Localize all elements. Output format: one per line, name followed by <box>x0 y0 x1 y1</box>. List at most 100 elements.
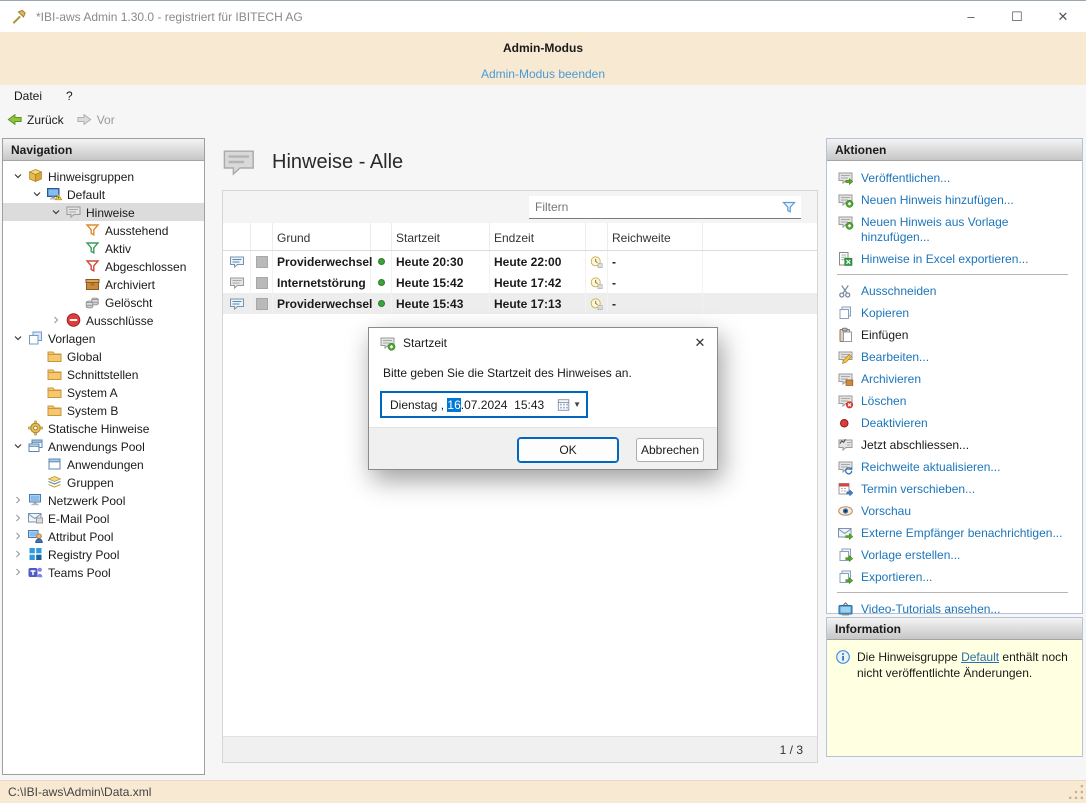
action-löschen[interactable]: Löschen <box>837 394 1068 409</box>
hint-blue-icon <box>228 296 246 312</box>
cancel-button[interactable]: Abbrechen <box>636 438 704 462</box>
nav-item-gruppen[interactable]: Gruppen <box>3 473 204 491</box>
table-row[interactable]: ProviderwechselHeute 15:43Heute 17:13- <box>223 293 817 314</box>
time-part[interactable]: 15:43 <box>514 398 544 412</box>
nav-item-statische-hinweise[interactable]: Statische Hinweise <box>3 419 204 437</box>
action-externe-empfänger-benachrichtigen[interactable]: Externe Empfänger benachrichtigen... <box>837 526 1068 541</box>
nav-item-label: Vorlagen <box>48 331 95 346</box>
resize-grip[interactable] <box>1069 785 1083 799</box>
action-jetzt-abschliessen[interactable]: Jetzt abschliessen... <box>837 438 1068 453</box>
maximize-button[interactable]: ☐ <box>994 1 1040 32</box>
chevron-down-icon[interactable] <box>47 205 65 219</box>
action-vorschau[interactable]: Vorschau <box>837 504 1068 519</box>
chevron-right-icon[interactable] <box>9 511 27 525</box>
nav-item-ausstehend[interactable]: Ausstehend <box>3 221 204 239</box>
expander-spacer <box>28 457 46 471</box>
nav-item-archiviert[interactable]: Archiviert <box>3 275 204 293</box>
actions-overflow-indicator[interactable]: ... <box>827 603 1082 611</box>
nav-item-netzwerk-pool[interactable]: Netzwerk Pool <box>3 491 204 509</box>
nav-item-label: System A <box>67 385 118 400</box>
forward-button[interactable]: Vor <box>70 109 121 131</box>
col-reichweite[interactable]: Reichweite <box>608 223 703 250</box>
chevron-down-icon[interactable] <box>9 169 27 183</box>
chevron-right-icon[interactable] <box>9 529 27 543</box>
action-ausschneiden[interactable]: Ausschneiden <box>837 284 1068 299</box>
dialog-close-button[interactable]: ✕ <box>683 328 717 358</box>
nav-item-global[interactable]: Global <box>3 347 204 365</box>
nav-item-label: Registry Pool <box>48 547 119 562</box>
back-button[interactable]: Zurück <box>0 109 70 131</box>
date-day-part[interactable]: Dienstag <box>390 398 437 412</box>
datetime-picker[interactable]: Dienstag , 16.07.2024 15:43 ▼ <box>381 392 587 417</box>
nav-item-schnittstellen[interactable]: Schnittstellen <box>3 365 204 383</box>
chevron-down-icon[interactable] <box>28 187 46 201</box>
dialog-title-bar[interactable]: Startzeit ✕ <box>369 328 717 358</box>
close-button[interactable]: ✕ <box>1040 1 1086 32</box>
action-deaktivieren[interactable]: Deaktivieren <box>837 416 1068 431</box>
action-label: Deaktivieren <box>861 416 928 431</box>
action-vorlage-erstellen[interactable]: Vorlage erstellen... <box>837 548 1068 563</box>
nav-item-hinweisgruppen[interactable]: Hinweisgruppen <box>3 167 204 185</box>
nav-item-attribut-pool[interactable]: Attribut Pool <box>3 527 204 545</box>
teams-icon <box>27 564 44 580</box>
nav-item-registry-pool[interactable]: Registry Pool <box>3 545 204 563</box>
action-veröffentlichen[interactable]: Veröffentlichen... <box>837 171 1068 186</box>
nav-item-ausschlüsse[interactable]: Ausschlüsse <box>3 311 204 329</box>
nav-item-gelöscht[interactable]: Gelöscht <box>3 293 204 311</box>
chevron-down-icon[interactable] <box>9 439 27 453</box>
minimize-button[interactable]: – <box>948 1 994 32</box>
navigation-panel: Navigation HinweisgruppenDefaultHinweise… <box>2 138 205 775</box>
col-grund[interactable]: Grund <box>273 223 371 250</box>
nav-item-system-b[interactable]: System B <box>3 401 204 419</box>
table-cell: Providerwechsel <box>273 293 371 314</box>
menu-datei[interactable]: Datei <box>0 85 54 107</box>
action-hinweise-in-excel-exportieren[interactable]: Hinweise in Excel exportieren... <box>837 252 1068 267</box>
filter-input[interactable] <box>529 200 781 214</box>
table-row[interactable]: ProviderwechselHeute 20:30Heute 22:00- <box>223 251 817 272</box>
nav-item-anwendungen[interactable]: Anwendungen <box>3 455 204 473</box>
nav-item-anwendungs-pool[interactable]: Anwendungs Pool <box>3 437 204 455</box>
col-startzeit[interactable]: Startzeit <box>392 223 490 250</box>
nav-item-e-mail-pool[interactable]: E-Mail Pool <box>3 509 204 527</box>
menu-help[interactable]: ? <box>54 85 85 107</box>
chevron-right-icon[interactable] <box>9 565 27 579</box>
nav-item-default[interactable]: Default <box>3 185 204 203</box>
date-gap <box>507 398 514 412</box>
calendar-dropdown[interactable]: ▼ <box>557 398 586 412</box>
date-selected-part[interactable]: 16 <box>447 398 460 412</box>
nav-item-abgeschlossen[interactable]: Abgeschlossen <box>3 257 204 275</box>
information-text: Die Hinweisgruppe Default enthält noch n… <box>857 649 1074 681</box>
chevron-right-icon[interactable] <box>47 313 65 327</box>
nav-item-hinweise[interactable]: Hinweise <box>3 203 204 221</box>
nav-item-teams-pool[interactable]: Teams Pool <box>3 563 204 581</box>
chevron-right-icon[interactable] <box>9 547 27 561</box>
expander-spacer <box>28 403 46 417</box>
table-pagination: 1 / 3 <box>223 736 817 762</box>
admin-mode-exit-link[interactable]: Admin-Modus beenden <box>481 67 605 81</box>
action-exportieren[interactable]: Exportieren... <box>837 570 1068 585</box>
table-body: ProviderwechselHeute 20:30Heute 22:00-In… <box>223 251 817 314</box>
page-indicator: 1 / 3 <box>780 743 803 757</box>
col-endzeit[interactable]: Endzeit <box>490 223 586 250</box>
filter-funnel-icon[interactable] <box>781 199 797 215</box>
action-archivieren[interactable]: Archivieren <box>837 372 1068 387</box>
nav-item-vorlagen[interactable]: Vorlagen <box>3 329 204 347</box>
nav-item-system-a[interactable]: System A <box>3 383 204 401</box>
action-kopieren[interactable]: Kopieren <box>837 306 1068 321</box>
action-bearbeiten[interactable]: Bearbeiten... <box>837 350 1068 365</box>
action-neuen-hinweis-hinzufügen[interactable]: Neuen Hinweis hinzufügen... <box>837 193 1068 208</box>
date-rest-part[interactable]: .07.2024 <box>461 398 508 412</box>
action-reichweite-aktualisieren[interactable]: Reichweite aktualisieren... <box>837 460 1068 475</box>
action-neuen-hinweis-aus-vorlage-hinzufügen[interactable]: Neuen Hinweis aus Vorlage hinzufügen... <box>837 215 1068 245</box>
chevron-down-icon[interactable] <box>9 331 27 345</box>
default-group-link[interactable]: Default <box>961 650 999 664</box>
ok-button[interactable]: OK <box>518 438 618 462</box>
action-termin-verschieben[interactable]: Termin verschieben... <box>837 482 1068 497</box>
funnel-orange-icon <box>84 222 101 238</box>
action-einfügen[interactable]: Einfügen <box>837 328 1068 343</box>
table-row[interactable]: InternetstörungHeute 15:42Heute 17:42- <box>223 272 817 293</box>
nav-item-aktiv[interactable]: Aktiv <box>3 239 204 257</box>
status-bar: C:\IBI-aws\Admin\Data.xml <box>0 780 1086 803</box>
chevron-right-icon[interactable] <box>9 493 27 507</box>
finish-now-icon <box>837 437 854 453</box>
